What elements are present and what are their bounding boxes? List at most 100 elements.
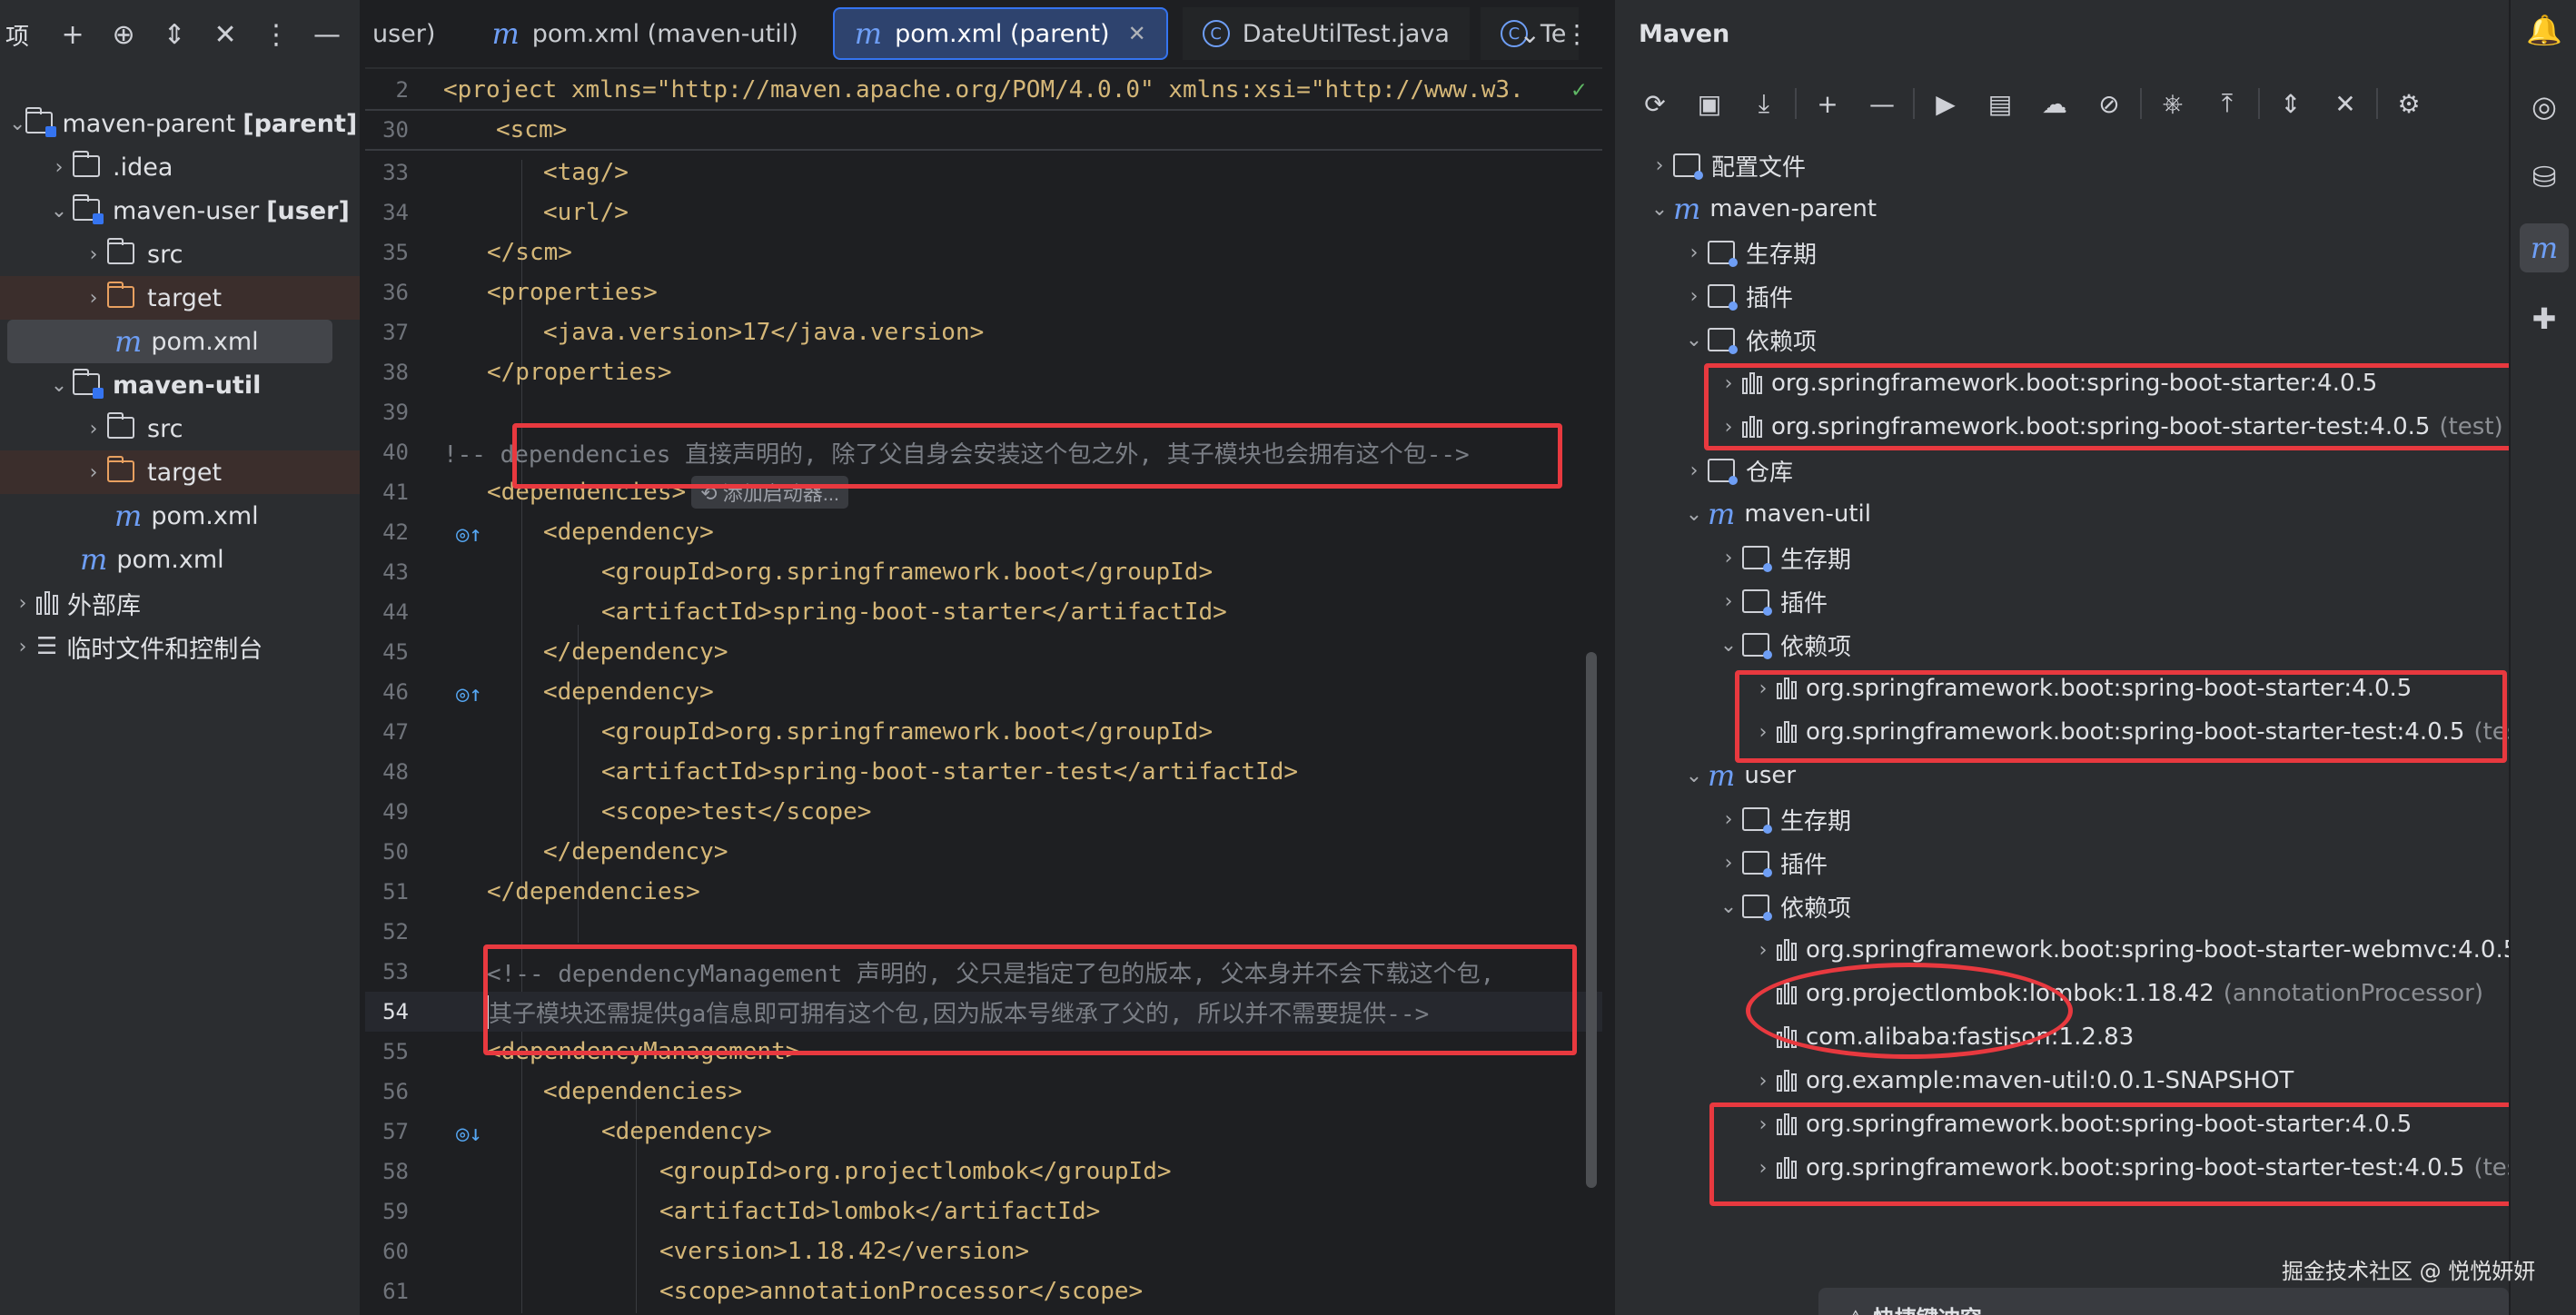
chevron-down-icon[interactable]: ⌄ <box>1646 198 1673 221</box>
chevron-down-icon[interactable]: ⌄ <box>1680 503 1708 526</box>
maven-item-maven-parent[interactable]: ⌄ m maven-parent <box>1646 187 1877 231</box>
code-line[interactable]: 57 ◎↓ <dependency> <box>365 1112 1602 1152</box>
close-icon[interactable]: ✕ <box>1128 21 1146 46</box>
maven-dependency[interactable]: › org.springframework.boot:spring-boot-s… <box>1749 928 2509 972</box>
locate-icon[interactable]: ⊕ <box>100 11 147 58</box>
code-line[interactable]: 45 </dependency> <box>365 632 1602 672</box>
chevron-down-icon[interactable]: ⌄ <box>1680 765 1708 787</box>
database-icon[interactable]: ⛁ <box>2520 153 2569 202</box>
code-line[interactable]: 48 <artifactId>spring-boot-starter-test<… <box>365 752 1602 792</box>
offline-icon[interactable]: ☁ <box>2031 89 2078 119</box>
tree-item-target[interactable]: › target <box>0 450 360 494</box>
code-line[interactable]: 56 <dependencies> <box>365 1072 1602 1112</box>
code-line[interactable]: 49 <scope>test</scope> <box>365 792 1602 832</box>
chevron-right-icon[interactable]: › <box>45 156 73 179</box>
maven-item-profiles[interactable]: › 配置文件 <box>1646 143 1806 187</box>
chevron-right-icon[interactable]: › <box>1749 677 1777 700</box>
override-marker-icon[interactable]: ◎↑ <box>456 521 482 547</box>
chevron-down-icon[interactable]: ⌄ <box>1715 634 1742 657</box>
maven-item-maven-util[interactable]: ⌄ m maven-util <box>1680 492 1871 536</box>
maven-dependency[interactable]: › org.springframework.boot:spring-boot-s… <box>1715 405 2503 449</box>
tree-item-pom-selected[interactable]: m pom.xml <box>7 320 332 363</box>
chevron-down-icon[interactable]: ⌄ <box>45 374 73 397</box>
add-project-icon[interactable]: ▣ <box>1686 89 1733 119</box>
tree-item-pom[interactable]: m pom.xml <box>0 494 360 538</box>
code-line[interactable]: 59 <artifactId>lombok</artifactId> <box>365 1191 1602 1231</box>
chevron-right-icon[interactable]: › <box>9 636 36 658</box>
maven-dependency[interactable]: org.projectlombok:lombok:1.18.42 (annota… <box>1777 972 2483 1015</box>
chevron-right-icon[interactable]: › <box>1680 460 1708 482</box>
code-line[interactable]: 34 <url/> <box>365 193 1602 232</box>
add-starter-hint[interactable]: ⟲ 添加启动器... <box>691 476 849 509</box>
notifications-icon[interactable]: 🔔 <box>2520 5 2569 54</box>
maven-dependency[interactable]: › org.springframework.boot:spring-boot-s… <box>1715 361 2378 405</box>
show-dependencies-icon[interactable]: ⎈ <box>2149 88 2196 119</box>
maven-item-lifecycle[interactable]: › 生存期 <box>1680 231 1817 274</box>
chevron-right-icon[interactable]: › <box>1680 285 1708 308</box>
code-line[interactable]: 38 </properties> <box>365 352 1602 392</box>
maven-item-plugins[interactable]: › 插件 <box>1715 579 1828 623</box>
plugin-icon[interactable]: ✚ <box>2520 294 2569 343</box>
tree-item-target[interactable]: › target <box>0 276 360 320</box>
maven-item-dependencies[interactable]: ⌄ 依赖项 <box>1680 318 1817 361</box>
shortcut-conflict-popup[interactable]: ⚠ 快捷键冲突 <box>1818 1288 2509 1315</box>
maven-item-dependencies[interactable]: ⌄ 依赖项 <box>1715 885 1851 928</box>
options-icon[interactable]: ⋮ <box>253 11 300 58</box>
code-line[interactable]: 36 <properties> <box>365 272 1602 312</box>
code-line[interactable]: 37 <java.version>17</java.version> <box>365 312 1602 352</box>
more-icon[interactable]: ⋮ <box>1564 19 1590 49</box>
settings-icon[interactable]: ⚙ <box>2385 89 2432 119</box>
maven-dependency[interactable]: › org.example:maven-util:0.0.1-SNAPSHOT <box>1749 1059 2294 1102</box>
tab-pom-maven-util[interactable]: m pom.xml (maven-util) <box>471 7 817 60</box>
chevron-right-icon[interactable]: › <box>1749 1113 1777 1136</box>
chevron-right-icon[interactable]: › <box>1646 154 1673 177</box>
chevron-right-icon[interactable]: › <box>9 592 36 615</box>
tab-dateutiltest[interactable]: C DateUtilTest.java <box>1182 7 1470 60</box>
code-line[interactable]: 40 !-- dependencies 直接声明的, 除了父自身会安装这个包之外… <box>365 432 1602 472</box>
tree-item-pom[interactable]: m pom.xml <box>0 538 360 581</box>
maven-item-dependencies[interactable]: ⌄ 依赖项 <box>1715 623 1851 667</box>
tree-item-src[interactable]: › src <box>0 407 360 450</box>
maven-item-lifecycle[interactable]: › 生存期 <box>1715 797 1851 841</box>
code-line[interactable]: 2 <project xmlns="http://maven.apache.or… <box>365 71 1602 111</box>
code-line[interactable]: 61 <scope>annotationProcessor</scope> <box>365 1271 1602 1311</box>
code-line[interactable]: 41 <dependencies> ⟲ 添加启动器... <box>365 472 1602 512</box>
code-line[interactable]: 58 <groupId>org.projectlombok</groupId> <box>365 1152 1602 1191</box>
maven-dependency[interactable]: › org.springframework.boot:spring-boot-s… <box>1749 710 2509 754</box>
reload-icon[interactable]: ⟳ <box>1631 89 1679 119</box>
collapse-all-icon[interactable]: ✕ <box>202 11 249 58</box>
code-line-current[interactable]: 54 其子模块还需提供ga信息即可拥有这个包,因为版本号继承了父的, 所以并不需… <box>365 992 1602 1032</box>
maven-item-user[interactable]: ⌄ m user <box>1680 754 1796 797</box>
code-line[interactable]: 51 </dependencies> <box>365 872 1602 912</box>
implemented-marker-icon[interactable]: ◎↓ <box>456 1121 482 1146</box>
code-line[interactable]: 33 <tag/> <box>365 153 1602 193</box>
maven-item-repositories[interactable]: › 仓库 <box>1680 449 1793 492</box>
code-line[interactable]: 60 <version>1.18.42</version> <box>365 1231 1602 1271</box>
maven-dependency[interactable]: › org.springframework.boot:spring-boot-s… <box>1749 1146 2509 1190</box>
expand-all-icon[interactable]: ⇕ <box>151 11 198 58</box>
remove-icon[interactable]: — <box>1858 89 1906 119</box>
code-line[interactable]: 30 <scm> <box>365 111 1602 151</box>
code-line[interactable]: 42 ◎↑ <dependency> <box>365 512 1602 552</box>
maven-dependency[interactable]: › org.springframework.boot:spring-boot-s… <box>1749 1102 2413 1146</box>
maven-item-plugins[interactable]: › 插件 <box>1715 841 1828 885</box>
chevron-right-icon[interactable]: › <box>1715 852 1742 875</box>
code-line[interactable]: 50 </dependency> <box>365 832 1602 872</box>
chevron-right-icon[interactable]: › <box>1749 939 1777 962</box>
execute-goal-icon[interactable]: ▤ <box>1977 89 2024 119</box>
chevron-right-icon[interactable]: › <box>80 243 107 266</box>
chevron-right-icon[interactable]: › <box>1715 547 1742 569</box>
chevron-down-icon[interactable]: ⌄ <box>1680 329 1708 351</box>
code-line[interactable]: 46 ◎↑ <dependency> <box>365 672 1602 712</box>
chevron-down-icon[interactable]: ⌄ <box>45 200 73 222</box>
chevron-right-icon[interactable]: › <box>80 461 107 484</box>
maven-dependency[interactable]: com.alibaba:fastjson:1.2.83 <box>1777 1015 2134 1059</box>
tree-item-maven-util[interactable]: ⌄ maven-util <box>0 363 360 407</box>
tree-item-src[interactable]: › src <box>0 232 360 276</box>
chevron-right-icon[interactable]: › <box>1715 808 1742 831</box>
tree-item-external-libraries[interactable]: › 外部库 <box>0 581 360 625</box>
skip-tests-icon[interactable]: ⊘ <box>2086 89 2133 119</box>
override-marker-icon[interactable]: ◎↑ <box>456 681 482 707</box>
chevron-down-icon[interactable]: ⌄ <box>9 113 25 135</box>
chevron-down-icon[interactable]: ⌄ <box>1520 19 1541 49</box>
